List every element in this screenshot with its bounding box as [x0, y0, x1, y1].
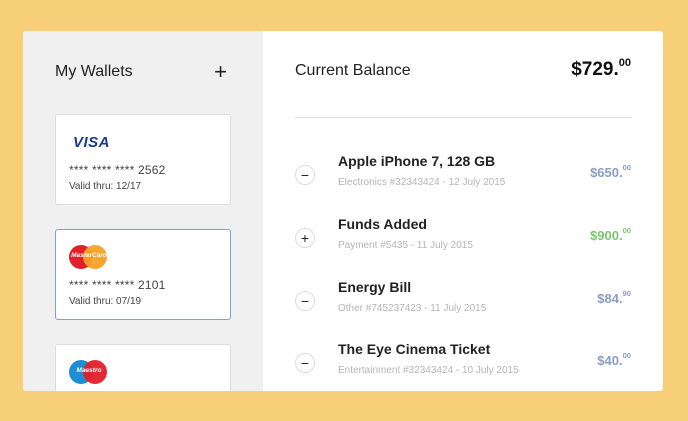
transaction-row[interactable]: + Funds Added Payment #5435 - 11 July 20…	[295, 216, 631, 260]
visa-logo: VISA	[73, 133, 111, 151]
wallets-sidebar: My Wallets + VISA **** **** **** 2562 Va…	[23, 31, 263, 391]
add-wallet-button[interactable]: +	[214, 61, 227, 83]
transaction-amount: $40.00	[597, 351, 631, 368]
sidebar-header: My Wallets +	[55, 61, 227, 83]
wallet-card-visa[interactable]: VISA **** **** **** 2562 Valid thru: 12/…	[55, 114, 231, 205]
transaction-title: Apple iPhone 7, 128 GB	[338, 153, 496, 169]
transaction-meta: Electronics #32343424 - 12 July 2015	[338, 177, 506, 188]
balance-amount: $729.00	[571, 57, 631, 80]
wallet-card-maestro[interactable]: Maestro	[55, 344, 231, 391]
divider	[295, 117, 631, 118]
transaction-row[interactable]: − Energy Bill Other #745237423 - 11 July…	[295, 279, 631, 323]
card-valid-thru: Valid thru: 12/17	[69, 181, 142, 192]
card-valid-thru: Valid thru: 07/19	[69, 296, 142, 307]
transaction-title: Energy Bill	[338, 279, 412, 295]
mastercard-logo: MasterCard	[69, 244, 217, 270]
minus-icon[interactable]: −	[295, 353, 315, 373]
maestro-logo: Maestro	[69, 359, 217, 385]
transaction-meta: Payment #5435 - 11 July 2015	[338, 240, 473, 251]
minus-icon[interactable]: −	[295, 291, 315, 311]
balance-label: Current Balance	[295, 62, 411, 79]
transaction-title: The Eye Cinema Ticket	[338, 341, 491, 357]
plus-icon[interactable]: +	[295, 228, 315, 248]
transaction-meta: Other #745237423 - 11 July 2015	[338, 303, 487, 314]
card-number: **** **** **** 2562	[69, 163, 166, 177]
transaction-amount: $900.00	[590, 226, 631, 243]
transaction-meta: Entertainment #32343424 - 10 July 2015	[338, 365, 519, 376]
transaction-amount: $84.90	[597, 289, 631, 306]
card-number: **** **** **** 2101	[69, 278, 166, 292]
wallet-app: My Wallets + VISA **** **** **** 2562 Va…	[23, 31, 663, 391]
balance-panel: Current Balance $729.00 − Apple iPhone 7…	[263, 31, 663, 391]
transaction-row[interactable]: − The Eye Cinema Ticket Entertainment #3…	[295, 341, 631, 385]
wallets-title: My Wallets	[55, 63, 133, 80]
minus-icon[interactable]: −	[295, 165, 315, 185]
transaction-amount: $650.00	[590, 163, 631, 180]
transaction-row[interactable]: − Apple iPhone 7, 128 GB Electronics #32…	[295, 153, 631, 197]
wallet-card-mastercard[interactable]: MasterCard **** **** **** 2101 Valid thr…	[55, 229, 231, 320]
transaction-title: Funds Added	[338, 216, 427, 232]
